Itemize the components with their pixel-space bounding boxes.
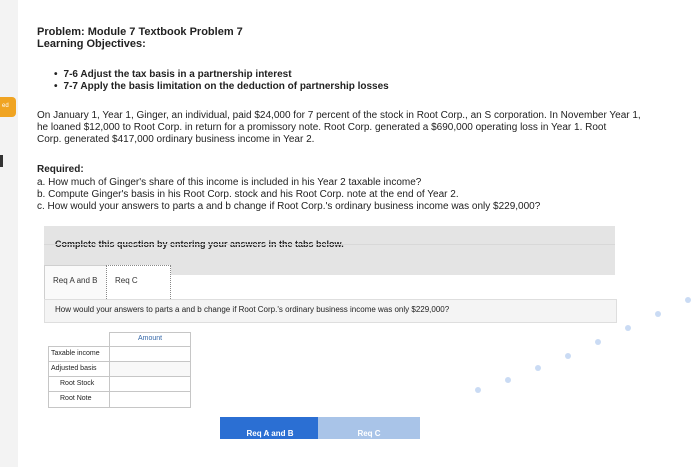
sidebar-divider <box>0 155 3 167</box>
row-label-text: Root Note <box>60 395 92 402</box>
objective-item: • 7-7 Apply the basis limitation on the d… <box>54 81 389 92</box>
prev-req-label: Req A and B <box>246 429 294 438</box>
objective-item: • 7-6 Adjust the tax basis in a partnersh… <box>54 69 292 80</box>
chevron-right-icon: › <box>365 429 373 438</box>
required-item-c: c. How would your answers to parts a and… <box>37 201 541 212</box>
objective-text: 7-6 Adjust the tax basis in a partnershi… <box>63 69 292 80</box>
tab-label: Req A and B <box>53 276 98 285</box>
row-label-root-note: Root Note <box>48 391 110 408</box>
row-label-text: Taxable income <box>51 350 100 357</box>
sidebar-marker-label: ed <box>2 103 9 109</box>
problem-paragraph: On January 1, Year 1, Ginger, an individ… <box>37 110 647 146</box>
paragraph-line: he loaned $12,000 to Root Corp. in retur… <box>37 122 607 133</box>
input-root-note[interactable] <box>109 391 191 408</box>
row-label-text: Root Stock <box>60 380 95 387</box>
required-item-a: a. How much of Ginger's share of this in… <box>37 177 422 188</box>
paragraph-line: Corp. generated $417,000 ordinary busine… <box>37 134 315 145</box>
required-title: Required: <box>37 164 84 175</box>
background-dots <box>475 297 691 393</box>
sidebar-marker[interactable]: ed <box>0 97 16 117</box>
prev-req-button[interactable]: ‹ Req A and B <box>220 417 320 439</box>
tab-req-c[interactable]: Req C <box>106 265 171 301</box>
objectives-title: Learning Objectives: <box>37 38 146 50</box>
tab-label: Req C <box>115 276 138 285</box>
next-req-button[interactable]: Req C › <box>318 417 420 439</box>
tab-req-a-and-b[interactable]: Req A and B <box>44 265 108 301</box>
required-item-b: b. Compute Ginger's basis in his Root Co… <box>37 189 459 200</box>
question-text: How would your answers to parts a and b … <box>55 305 450 314</box>
paragraph-line: On January 1, Year 1, Ginger, an individ… <box>37 110 641 121</box>
row-label-text: Adjusted basis <box>51 365 97 372</box>
column-header-amount: Amount <box>109 332 191 347</box>
column-header-label: Amount <box>137 335 163 342</box>
problem-page: Problem: Module 7 Textbook Problem 7 Lea… <box>18 0 700 467</box>
objective-text: 7-7 Apply the basis limitation on the de… <box>63 81 389 92</box>
problem-title: Problem: Module 7 Textbook Problem 7 <box>37 26 243 38</box>
